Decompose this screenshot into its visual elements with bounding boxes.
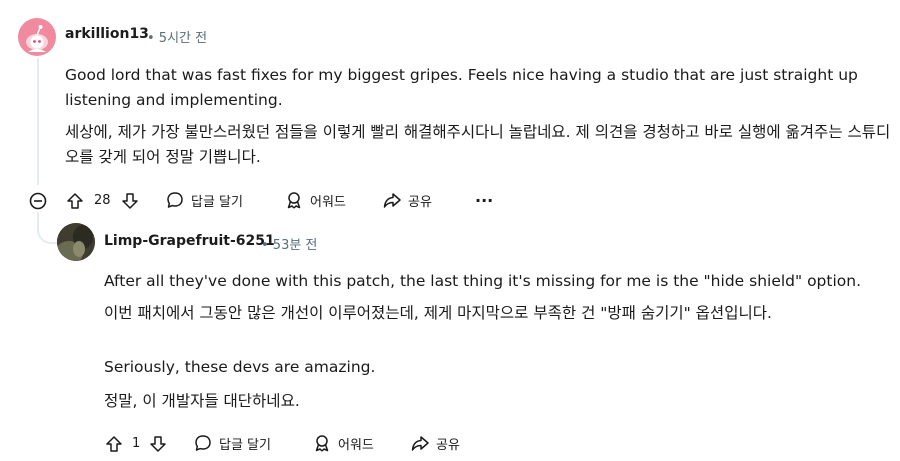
vote-count: 28: [94, 193, 111, 208]
award-button[interactable]: 어워드: [284, 187, 346, 213]
reply-upvote-button[interactable]: [102, 432, 126, 456]
reply-award-button[interactable]: 어워드: [312, 430, 374, 456]
reply-paragraph-4: 정말, 이 개발자들 대단하네요.: [104, 392, 300, 410]
downvote-arrow-icon: [150, 436, 166, 452]
share-button[interactable]: 공유: [382, 187, 432, 213]
reply-paragraph-3: Seriously, these devs are amazing.: [104, 358, 376, 376]
reply-button[interactable]: 답글 달기: [165, 187, 243, 213]
speech-bubble-icon: [167, 192, 183, 208]
award-ribbon-icon: [315, 435, 329, 452]
reply-reply-label: 답글 달기: [219, 437, 271, 453]
comment-timestamp: • 5시간 전: [147, 31, 208, 46]
speech-bubble-icon: [195, 435, 211, 451]
collapse-minus-icon: [29, 192, 47, 210]
award-ribbon-icon: [287, 192, 301, 209]
reply-share-button[interactable]: 공유: [410, 430, 460, 456]
upvote-button[interactable]: [63, 189, 87, 213]
reply-timestamp: • 53분 전: [261, 238, 318, 253]
thread-line-main: [37, 58, 39, 185]
reply-award-label: 어워드: [338, 437, 374, 453]
comment-body-en: Good lord that was fast fixes for my big…: [65, 66, 858, 109]
share-arrow-icon: [411, 436, 429, 451]
share-arrow-icon: [383, 193, 401, 208]
award-label: 어워드: [310, 194, 346, 210]
reply-paragraph-1: After all they've done with this patch, …: [104, 272, 862, 290]
share-label: 공유: [408, 194, 432, 210]
avatar[interactable]: [18, 18, 56, 56]
upvote-arrow-icon: [67, 193, 83, 209]
reply-downvote-button[interactable]: [146, 432, 170, 456]
reply-avatar[interactable]: [57, 223, 95, 261]
upvote-arrow-icon: [106, 436, 122, 452]
snoo-avatar-icon: [26, 25, 48, 52]
downvote-button[interactable]: [118, 189, 142, 213]
downvote-arrow-icon: [122, 193, 138, 209]
more-options-icon: ···: [475, 190, 494, 210]
comment-username[interactable]: arkillion13: [65, 26, 149, 42]
comment-body-ko: 세상에, 제가 가장 불만스러웠던 점들을 이렇게 빨리 해결해주시다니 놀랍네…: [65, 123, 891, 166]
collapse-button[interactable]: [26, 189, 50, 213]
reply-label: 답글 달기: [191, 194, 243, 210]
user-photo-avatar-icon: [57, 223, 95, 261]
reply-reply-button[interactable]: 답글 달기: [193, 430, 271, 456]
reply-share-label: 공유: [436, 437, 460, 453]
reply-vote-count: 1: [132, 436, 141, 451]
reply-username[interactable]: Limp-Grapefruit-6251: [104, 233, 275, 249]
reply-paragraph-2: 이번 패치에서 그동안 많은 개선이 이루어졌는데, 제게 마지막으로 부족한 …: [104, 304, 772, 322]
more-options-button[interactable]: ···: [475, 187, 493, 213]
